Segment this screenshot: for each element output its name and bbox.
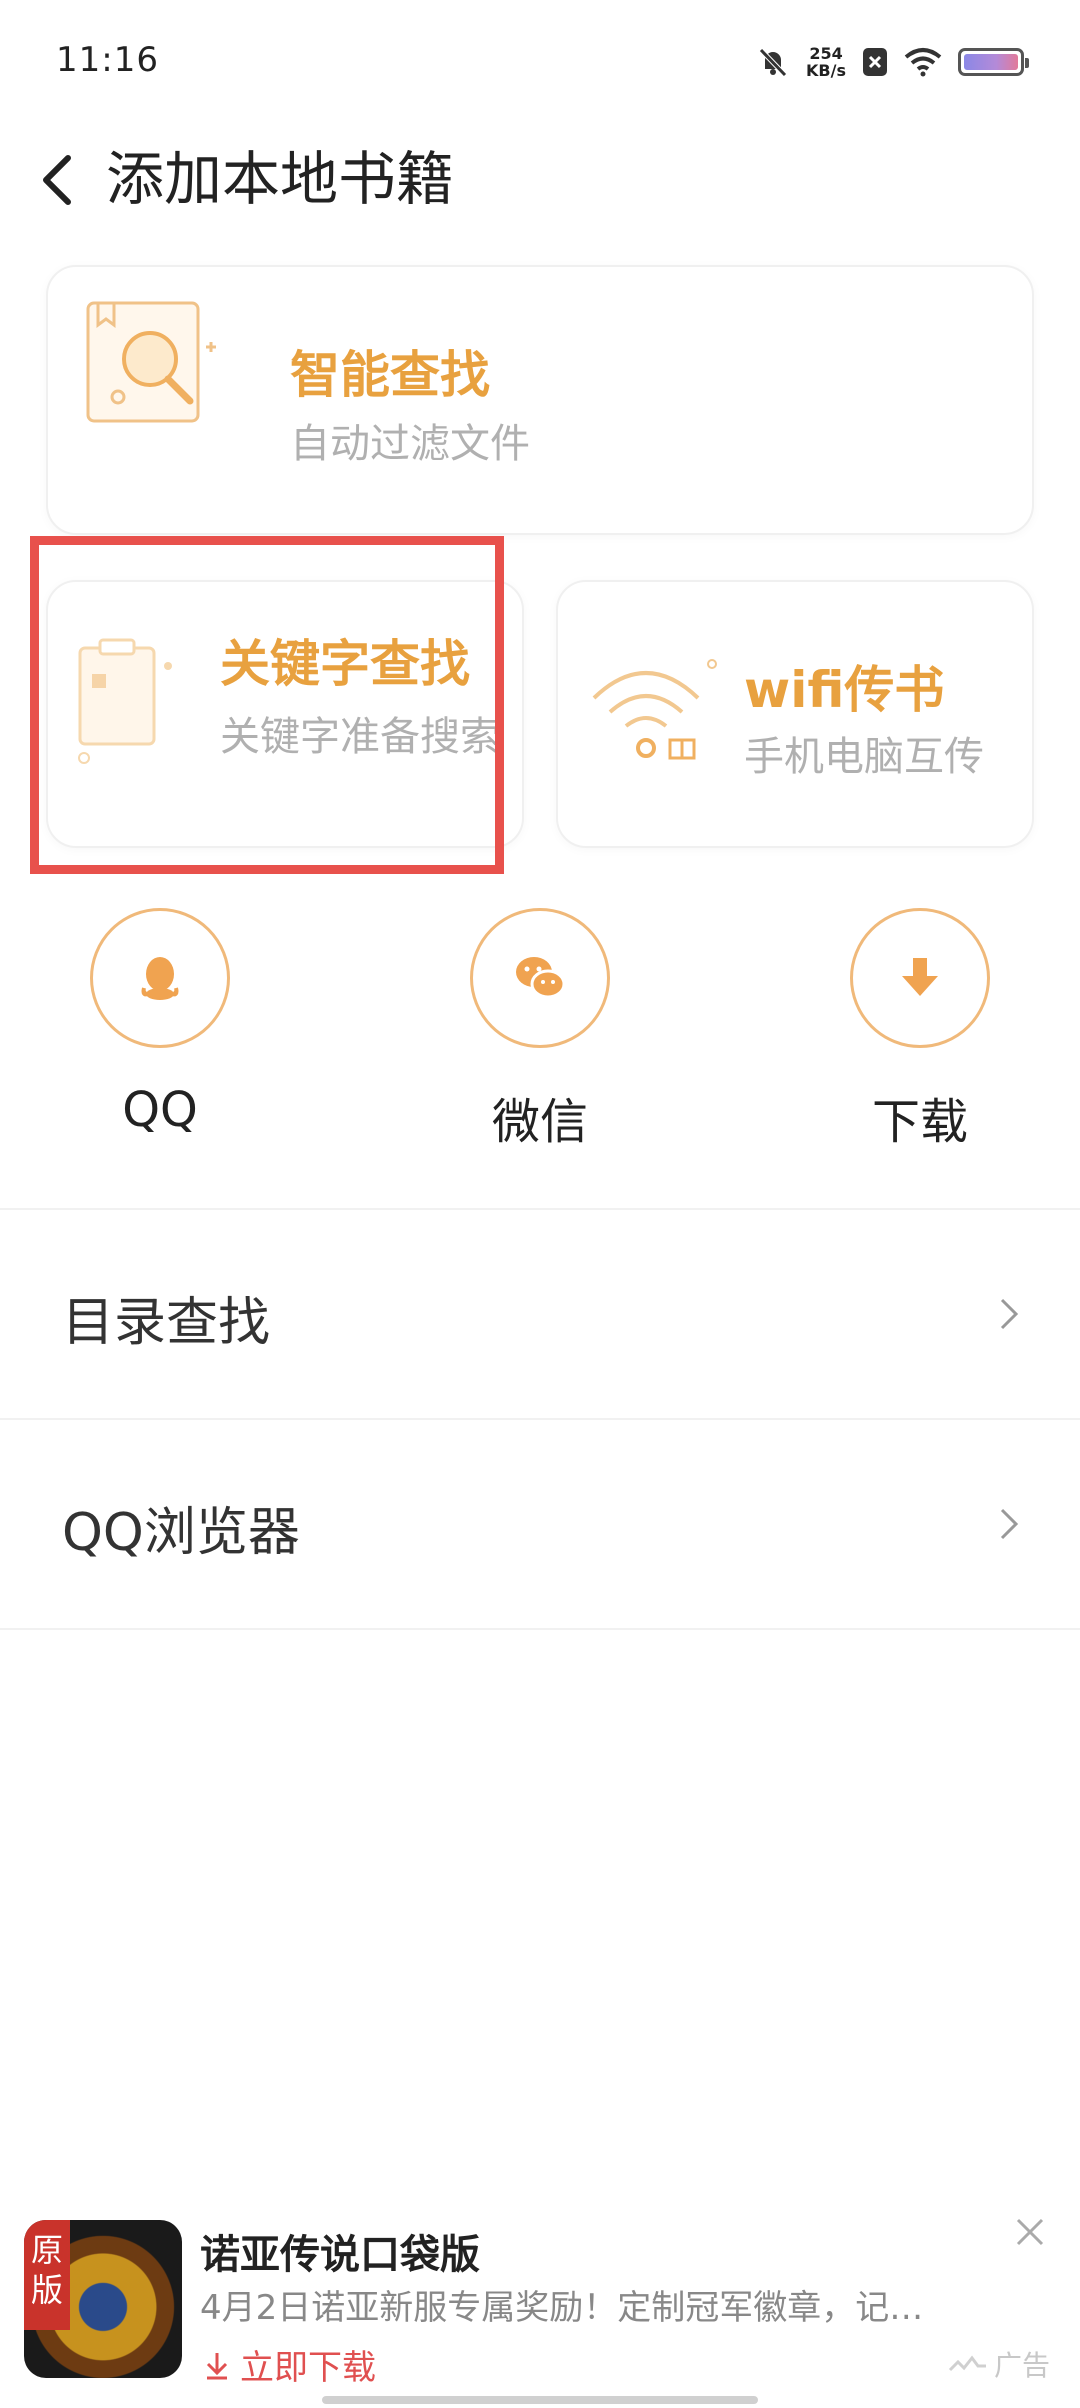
ad-banner[interactable]: 原版 诺亚传说口袋版 4月2日诺亚新服专属奖励！定制冠军徽章，记… 立即下载 广… [0,2200,1080,2408]
share-qq-label: QQ [122,1082,198,1138]
ad-logo-icon [948,2355,986,2372]
divider [0,1628,1080,1630]
smart-find-subtitle: 自动过滤文件 [290,421,530,467]
qq-button[interactable] [90,908,230,1048]
directory-search-label: 目录查找 [62,1293,271,1353]
close-icon[interactable] [1008,2210,1052,2254]
home-indicator[interactable] [322,2396,758,2404]
ad-tag: 广告 [948,2344,1050,2384]
chevron-right-icon [1000,1508,1019,1540]
network-speed-value: 254 [809,44,843,63]
network-speed-unit: KB/s [806,61,846,80]
directory-search-row[interactable]: 目录查找 [0,1210,1080,1418]
share-wechat[interactable]: 微信 [470,908,610,1152]
qq-browser-row[interactable]: QQ浏览器 [0,1420,1080,1628]
wechat-button[interactable] [470,908,610,1048]
download-button[interactable] [850,908,990,1048]
wifi-transfer-card[interactable]: wifi传书 手机电脑互传 [556,580,1034,848]
ad-title: 诺亚传说口袋版 [200,2232,480,2278]
share-wechat-label: 微信 [491,1094,588,1150]
download-arrow-icon [206,2352,228,2379]
ad-download-button[interactable]: 立即下载 [204,2340,376,2389]
ad-cta-label: 立即下载 [240,2348,376,2388]
ad-description: 4月2日诺亚新服专属奖励！定制冠军徽章，记… [200,2288,924,2328]
header: 添加本地书籍 [0,120,1080,240]
smart-search-icon [86,301,216,423]
qq-icon [141,957,179,1000]
status-bar: 11:16 254 KB/s [0,0,1080,120]
chevron-right-icon [1000,1298,1019,1330]
qq-browser-label: QQ浏览器 [62,1503,300,1563]
ad-icon-badge: 原版 [24,2220,70,2330]
share-download-label: 下载 [871,1094,968,1150]
ad-tag-label: 广告 [993,2349,1050,2382]
wechat-icon [516,957,566,999]
wifi-transfer-subtitle: 手机电脑互传 [744,734,984,780]
share-download[interactable]: 下载 [850,908,990,1152]
wifi-icon [904,48,942,77]
share-qq[interactable]: QQ [90,908,230,1138]
status-icons: 254 KB/s [756,38,1029,86]
game-app-icon[interactable]: 原版 [24,2220,182,2378]
page-title: 添加本地书籍 [106,145,455,213]
network-speed: 254 KB/s [806,45,846,79]
mute-bell-icon [759,48,787,77]
sim-blocked-icon [863,48,887,76]
wifi-transfer-icon [592,659,717,760]
download-icon [902,958,938,996]
battery-icon [958,48,1029,76]
smart-find-card[interactable]: 智能查找 自动过滤文件 [46,265,1034,535]
wifi-transfer-title: wifi传书 [744,661,945,719]
smart-find-title: 智能查找 [290,346,490,404]
back-arrow-icon[interactable] [30,142,90,218]
status-time: 11:16 [56,40,159,80]
highlight-box [30,536,504,874]
